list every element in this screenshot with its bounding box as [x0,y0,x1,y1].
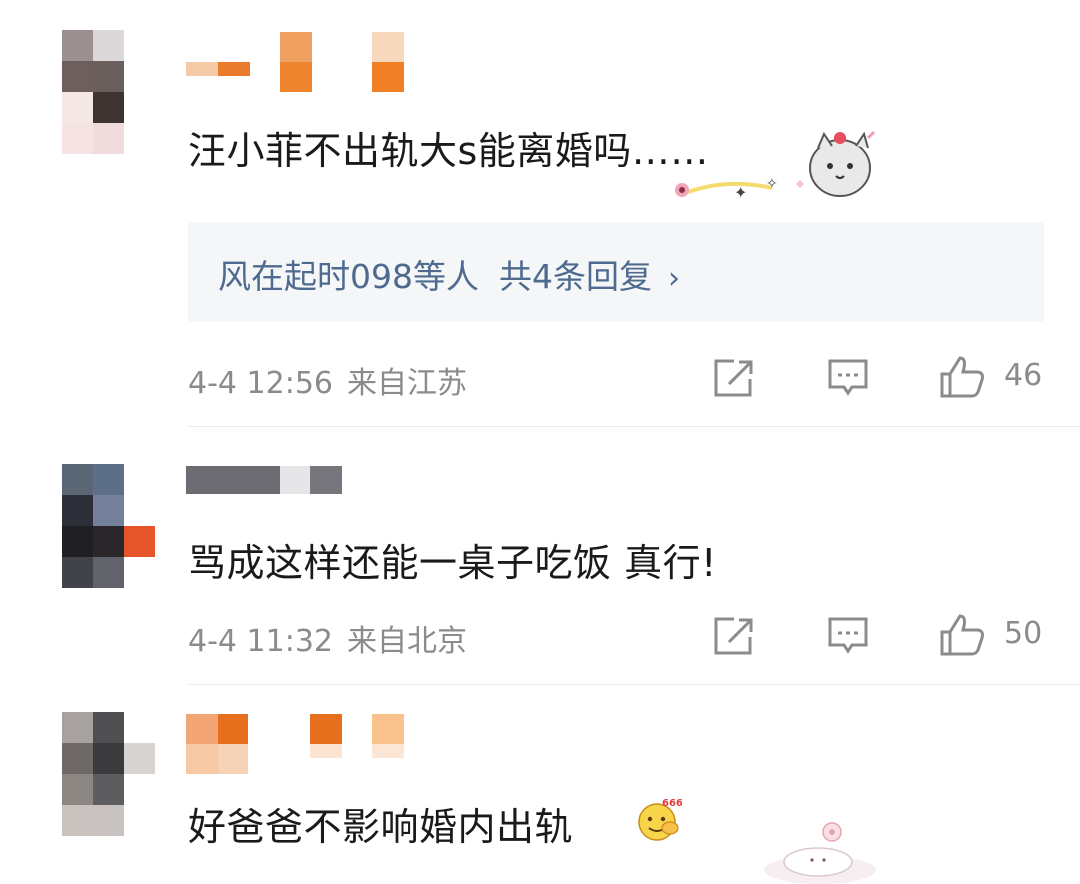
cartoon-animal-sticker-icon [764,822,876,884]
like-count: 46 [1004,358,1043,393]
timestamp: 4-4 12:56 [188,366,333,401]
reply-preview[interactable]: 风在起时098等人 共4条回复 › [188,222,1044,322]
comment-icon[interactable] [826,355,870,399]
thumbs-up-icon[interactable] [938,610,986,658]
avatar[interactable] [62,30,124,154]
comment-list: 汪小菲不出轨大s能离婚吗…… ✦ ✧ 风在起时098等人 共4条回复 › 4-4 1… [0,0,1080,884]
chevron-right-icon[interactable]: › [668,261,680,296]
username[interactable] [186,466,346,496]
avatar[interactable] [62,464,155,588]
comment-meta: 4-4 11:32 来自北京 [188,616,467,660]
reply-count[interactable]: 共4条回复 [499,257,652,296]
divider [188,684,1080,685]
reply-users[interactable]: 风在起时098等人 [218,257,479,296]
666-emoji-icon: 666 [638,798,682,841]
location: 来自北京 [347,624,467,659]
avatar[interactable] [62,712,155,836]
timestamp: 4-4 11:32 [188,624,333,659]
share-icon[interactable] [712,613,756,657]
username[interactable] [186,714,406,774]
cat-sticker-icon: ✦ ✧ [675,130,876,202]
svg-text:✧: ✧ [766,176,778,192]
comment-text: 好爸爸不影响婚内出轨 [188,805,574,849]
svg-text:✦: ✦ [734,183,747,202]
thumbs-up-icon[interactable] [938,352,986,400]
divider [188,426,1080,427]
location: 来自江苏 [347,366,467,401]
username[interactable] [186,32,406,92]
comment-text: 汪小菲不出轨大s能离婚吗…… [188,129,709,173]
share-icon[interactable] [712,355,756,399]
like-count: 50 [1004,616,1043,651]
comment-icon[interactable] [826,613,870,657]
comment-text: 骂成这样还能一桌子吃饭 真行! [188,541,717,585]
comment-meta: 4-4 12:56 来自江苏 [188,358,467,402]
svg-text:666: 666 [662,798,682,809]
